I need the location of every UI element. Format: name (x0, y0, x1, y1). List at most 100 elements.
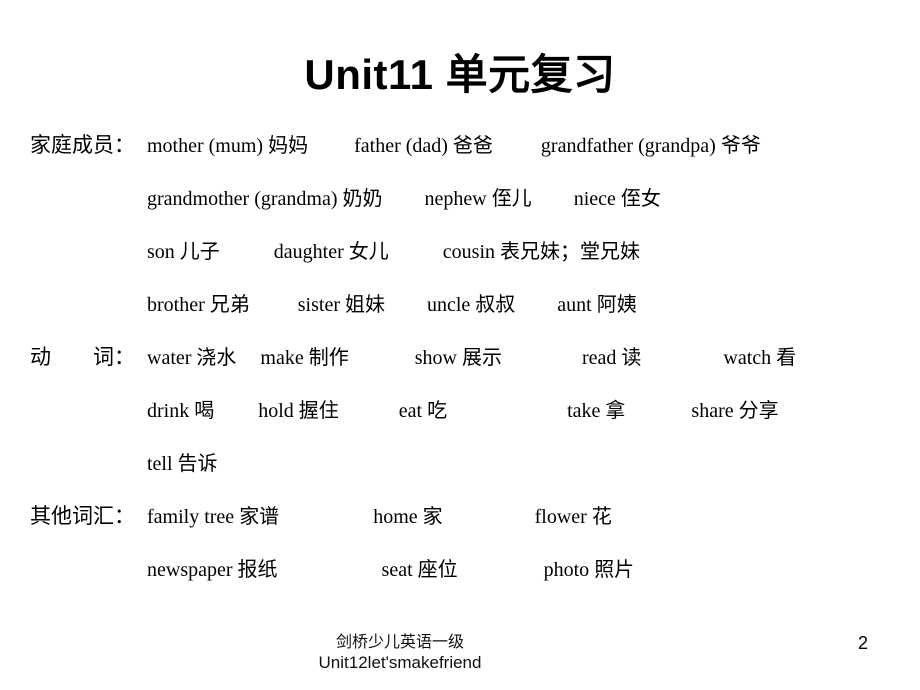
vocabulary-item: hold 握住 (258, 393, 339, 428)
vocabulary-term-en: father (dad) (354, 135, 448, 157)
vocabulary-term-en: newspaper (147, 559, 233, 581)
vocabulary-term-en: son (147, 241, 175, 263)
vocabulary-term-en: water (147, 347, 192, 369)
footer-line-2: Unit12let'smakefriend (318, 653, 482, 672)
vocabulary-term-cn: 制作 (308, 345, 349, 369)
vocabulary-term-en: hold (258, 400, 294, 422)
vocabulary-item-list: grandmother (grandma) 奶奶 nephew 侄儿 niece 侄… (147, 181, 914, 216)
vocabulary-row: son 儿子 daughter 女儿 cousin 表兄妹；堂兄妹 (0, 234, 920, 287)
vocabulary-term-en: grandmother (grandma) (147, 188, 338, 210)
vocabulary-item: photo 照片 (544, 552, 635, 587)
slide-canvas: Unit11 单元复习 家庭成员： mother (mum) 妈妈 father (… (0, 0, 920, 690)
footer-source-text: 剑桥少儿英语一级 Unit12let'smakefriend (180, 631, 620, 673)
section-label: 其他词汇： (30, 504, 135, 528)
vocabulary-term-cn: 侄儿 (491, 186, 532, 210)
vocabulary-term-cn: 奶奶 (342, 186, 383, 210)
vocabulary-item: tell 告诉 (147, 446, 218, 481)
slide-footer: 剑桥少儿英语一级 Unit12let'smakefriend 2 (0, 631, 920, 689)
vocabulary-row: 其他词汇： family tree 家谱 home 家 flower 花 (0, 499, 920, 552)
vocabulary-item-list: tell 告诉 (147, 446, 914, 481)
vocabulary-term-en: brother (147, 294, 205, 316)
vocabulary-row: drink 喝 hold 握住 eat 吃 take 拿 share 分享 (0, 393, 920, 446)
vocabulary-item: make 制作 (260, 340, 348, 375)
vocabulary-item: flower 花 (535, 499, 612, 534)
vocabulary-item: son 儿子 (147, 234, 220, 269)
vocabulary-item-list: son 儿子 daughter 女儿 cousin 表兄妹；堂兄妹 (147, 234, 914, 269)
vocabulary-term-cn: 展示 (461, 345, 502, 369)
vocabulary-term-cn: 妈妈 (268, 133, 309, 157)
vocabulary-item: daughter 女儿 (274, 234, 389, 269)
vocabulary-item: eat 吃 (399, 393, 447, 428)
vocabulary-item-list: newspaper 报纸 seat 座位 photo 照片 (147, 552, 914, 587)
vocabulary-term-en: seat (381, 559, 413, 581)
vocabulary-row: grandmother (grandma) 奶奶 nephew 侄儿 niece 侄… (0, 181, 920, 234)
vocabulary-item: brother 兄弟 (147, 287, 250, 322)
vocabulary-term-cn: 姐妹 (344, 292, 385, 316)
vocabulary-term-en: niece (573, 188, 616, 210)
vocabulary-item: niece 侄女 (574, 181, 661, 216)
vocabulary-term-cn: 喝 (194, 398, 215, 422)
vocabulary-term-en: show (414, 347, 457, 369)
vocabulary-term-en: cousin (442, 241, 495, 263)
vocabulary-term-cn: 侄女 (620, 186, 661, 210)
vocabulary-item: watch 看 (723, 340, 796, 375)
vocabulary-row: brother 兄弟 sister 姐妹 uncle 叔叔 aunt 阿姨 (0, 287, 920, 340)
vocabulary-term-en: uncle (426, 294, 471, 316)
vocabulary-item: show 展示 (415, 340, 502, 375)
vocabulary-term-cn: 家谱 (239, 504, 280, 528)
section-label: 动 词： (30, 345, 135, 369)
page-number: 2 (857, 633, 868, 653)
vocabulary-term-cn: 告诉 (177, 451, 218, 475)
vocabulary-term-cn: 吃 (427, 398, 448, 422)
vocabulary-term-en: home (373, 506, 418, 528)
vocabulary-item-list: family tree 家谱 home 家 flower 花 (147, 499, 914, 534)
vocabulary-term-en: take (567, 400, 601, 422)
vocabulary-term-cn: 报纸 (237, 557, 278, 581)
vocabulary-item-list: water 浇水 make 制作 show 展示 read 读 watch 看 (147, 340, 914, 375)
vocabulary-row: 家庭成员： mother (mum) 妈妈 father (dad) 爸爸 grand… (0, 128, 920, 181)
vocabulary-term-en: grandfather (grandpa) (540, 135, 716, 157)
vocabulary-item: grandfather (grandpa) 爷爷 (541, 128, 761, 163)
vocabulary-item: seat 座位 (382, 552, 458, 587)
vocabulary-item: take 拿 (567, 393, 625, 428)
vocabulary-item: family tree 家谱 (147, 499, 279, 534)
vocabulary-item: cousin 表兄妹；堂兄妹 (443, 234, 640, 269)
vocabulary-term-cn: 分享 (738, 398, 779, 422)
vocabulary-term-en: share (691, 400, 734, 422)
vocabulary-term-en: sister (297, 294, 340, 316)
vocabulary-item: uncle 叔叔 (427, 287, 515, 322)
vocabulary-item: grandmother (grandma) 奶奶 (147, 181, 382, 216)
vocabulary-row: newspaper 报纸 seat 座位 photo 照片 (0, 552, 920, 605)
vocabulary-item: mother (mum) 妈妈 (147, 128, 308, 163)
vocabulary-term-cn: 兄弟 (209, 292, 250, 316)
vocabulary-term-cn: 花 (591, 504, 612, 528)
vocabulary-item-list: drink 喝 hold 握住 eat 吃 take 拿 share 分享 (147, 393, 914, 428)
vocabulary-term-cn: 读 (621, 345, 642, 369)
vocabulary-term-cn: 照片 (594, 557, 635, 581)
vocabulary-item: share 分享 (691, 393, 778, 428)
vocabulary-item: sister 姐妹 (298, 287, 385, 322)
vocabulary-term-en: mother (mum) (147, 135, 264, 157)
vocabulary-term-cn: 叔叔 (475, 292, 516, 316)
vocabulary-row: 动 词： water 浇水 make 制作 show 展示 read 读 watch 看 (0, 340, 920, 393)
vocabulary-row: tell 告诉 (0, 446, 920, 499)
vocabulary-term-cn: 家 (422, 504, 443, 528)
vocabulary-body: 家庭成员： mother (mum) 妈妈 father (dad) 爸爸 grand… (0, 128, 920, 605)
vocabulary-term-en: drink (147, 400, 190, 422)
vocabulary-item: read 读 (582, 340, 641, 375)
vocabulary-term-cn: 握住 (298, 398, 339, 422)
vocabulary-term-cn: 女儿 (348, 239, 389, 263)
vocabulary-term-en: daughter (273, 241, 344, 263)
vocabulary-term-cn: 阿姨 (596, 292, 637, 316)
vocabulary-term-cn: 爷爷 (720, 133, 761, 157)
vocabulary-item-list: brother 兄弟 sister 姐妹 uncle 叔叔 aunt 阿姨 (147, 287, 914, 322)
vocabulary-item: aunt 阿姨 (557, 287, 636, 322)
vocabulary-item: home 家 (373, 499, 442, 534)
vocabulary-term-en: photo (543, 559, 590, 581)
vocabulary-term-cn: 表兄妹；堂兄妹 (500, 239, 640, 263)
footer-line-1: 剑桥少儿英语一级 (335, 632, 464, 651)
vocabulary-term-en: flower (534, 506, 587, 528)
vocabulary-term-cn: 浇水 (196, 345, 237, 369)
vocabulary-term-en: nephew (424, 188, 487, 210)
vocabulary-term-en: watch (723, 347, 772, 369)
